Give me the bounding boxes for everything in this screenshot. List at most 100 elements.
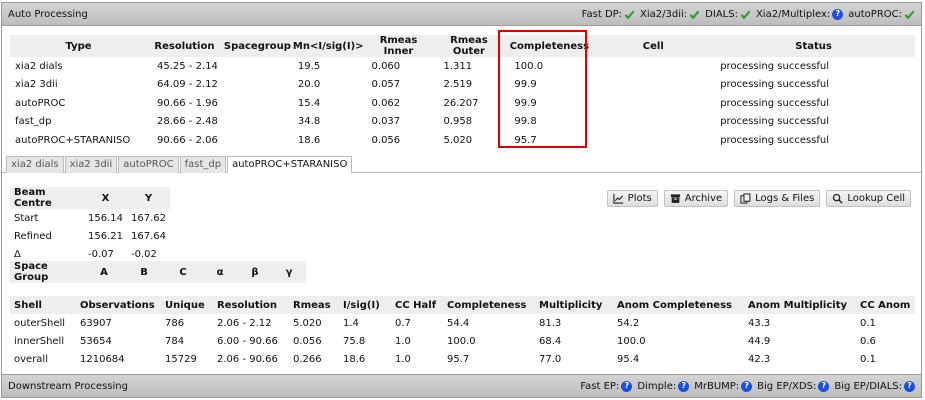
question-icon: ? [832,8,844,20]
summary-cell [594,94,712,113]
shell-cell: 0.266 [293,353,322,365]
shell-cell: 0.056 [293,335,322,347]
col-rmeas-outer: Rmeas Outer [433,35,505,57]
summary-cell: 20.0 [297,79,321,91]
status-mrbump: MrBUMP: ? [694,380,753,392]
summary-cell [594,113,712,132]
shell-cell: 0.1 [860,353,876,365]
beam-row: Refined 156.21 167.64 [10,227,170,245]
summary-cell: 0.056 [371,134,401,146]
summary-cell [222,94,293,113]
summary-cell: 95.7 [514,134,537,146]
col-multiplicity: Multiplicity [535,296,613,314]
check-icon [740,10,751,19]
archive-button[interactable]: Archive [663,190,729,207]
summary-cell: 0.037 [371,116,401,128]
shell-cell: 2.06 - 2.12 [217,317,272,329]
tab-autoproc[interactable]: autoPROC [118,156,179,173]
archive-icon [670,194,680,203]
col-shell: Shell [10,296,76,314]
shell-cell: 0.7 [395,317,411,329]
col-anom-completeness: Anom Completeness [613,296,744,314]
logs-files-label: Logs & Files [755,193,815,204]
shell-cell: innerShell [14,335,65,347]
summary-cell: 90.66 - 1.96 [156,97,218,109]
beam-header-row: Beam Centre X Y [10,187,170,209]
cell-alpha-heading: α [202,261,238,283]
col-unique: Unique [161,296,213,314]
shell-cell: outerShell [14,317,66,329]
col-observations: Observations [76,296,161,314]
files-icon [740,193,751,204]
status-label: DIALS: [705,8,738,20]
shell-cell: 1210684 [80,353,125,365]
downstream-status: Fast EP: ? Dimple: ? MrBUMP: ? Big EP/XD… [578,380,915,392]
shell-cell: 5.020 [293,317,322,329]
summary-cell: 100.0 [514,60,544,72]
logs-files-button[interactable]: Logs & Files [734,190,821,207]
summary-cell: processing successful [720,79,830,91]
shell-cell: 95.4 [617,353,640,365]
shell-cell: 44.9 [748,335,771,347]
status-fast-ep: Fast EP: ? [580,380,633,392]
summary-cell: 0.958 [443,116,473,128]
col-cc-anom: CC Anom [856,296,915,314]
col-resolution: Resolution [146,35,222,57]
col-rmeas: Rmeas [289,296,339,314]
tab-fast-dp[interactable]: fast_dp [179,156,227,173]
beam-row-label: Refined [14,230,52,242]
archive-label: Archive [684,193,723,204]
cell-gamma-heading: γ [272,261,306,283]
auto-processing-header: Auto Processing Fast DP: Xia2/3dii: DIAL… [2,3,921,26]
downstream-processing-header: Downstream Processing Fast EP: ? Dimple:… [2,374,921,397]
summary-cell [222,131,293,150]
col-cc-half: CC Half [391,296,443,314]
tab-autoproc-staraniso[interactable]: autoPROC+STARANISO [227,156,353,173]
summary-cell: 0.062 [371,97,401,109]
result-tabs: xia2 dials xia2 3dii autoPROC fast_dp autoPR… [6,156,353,173]
auto-processing-title: Auto Processing [8,8,88,20]
summary-cell: 26.207 [443,97,479,109]
summary-cell [222,57,293,76]
cell-c-heading: C [164,261,202,283]
summary-cell: processing successful [720,60,830,72]
question-icon: ? [678,380,690,392]
downstream-processing-title: Downstream Processing [8,380,128,392]
lookup-cell-button[interactable]: Lookup Cell [826,190,911,207]
summary-cell [594,76,712,95]
summary-row: xia2 dials 45.25 - 2.14 19.5 0.060 1.311 100.… [10,57,915,76]
summary-cell: 99.9 [514,79,537,91]
shell-row: overall 1210684 15729 2.06 - 90.66 0.266 18.6… [10,350,915,368]
summary-cell: xia2 dials [15,60,63,72]
shell-cell: 100.0 [617,335,646,347]
summary-cell [222,113,293,132]
summary-cell: 0.057 [371,79,401,91]
shell-cell: 0.1 [860,317,876,329]
col-type: Type [10,35,147,57]
question-icon: ? [904,380,915,392]
summary-cell: 1.311 [443,60,473,72]
beam-x-value: 156.21 [88,230,123,242]
shell-cell: 1.4 [343,317,359,329]
beam-y-value: 167.64 [131,230,166,242]
question-icon: ? [621,380,633,392]
summary-cell: 0.060 [371,60,401,72]
summary-row: fast_dp 28.66 - 2.48 34.8 0.037 0.958 99.8 pro… [10,113,915,132]
tab-xia2-3dii[interactable]: xia2 3dii [64,156,118,173]
summary-table: Type Resolution Spacegroup Mn<I/sig(I)> … [10,35,915,150]
status-label: Big EP/XDS: [757,380,817,392]
main-frame: Auto Processing Fast DP: Xia2/3dii: DIAL… [1,2,922,398]
shell-cell: 53654 [80,335,112,347]
summary-cell: xia2 3dii [15,79,58,91]
tab-xia2-dials[interactable]: xia2 dials [6,156,64,173]
beam-y-value: 167.62 [131,212,166,224]
shell-cell: overall [14,353,48,365]
shell-cell: 1.0 [395,335,411,347]
summary-cell: 90.66 - 2.06 [156,134,218,146]
status-label: Fast DP: [581,8,623,20]
summary-cell: 99.9 [514,97,537,109]
plots-button[interactable]: Plots [606,190,658,207]
auto-processing-status: Fast DP: Xia2/3dii: DIALS: Xia2/Multiple… [580,8,915,20]
search-icon [833,193,843,204]
action-buttons: Plots Archive Logs & Files Lookup Cell [606,190,911,207]
